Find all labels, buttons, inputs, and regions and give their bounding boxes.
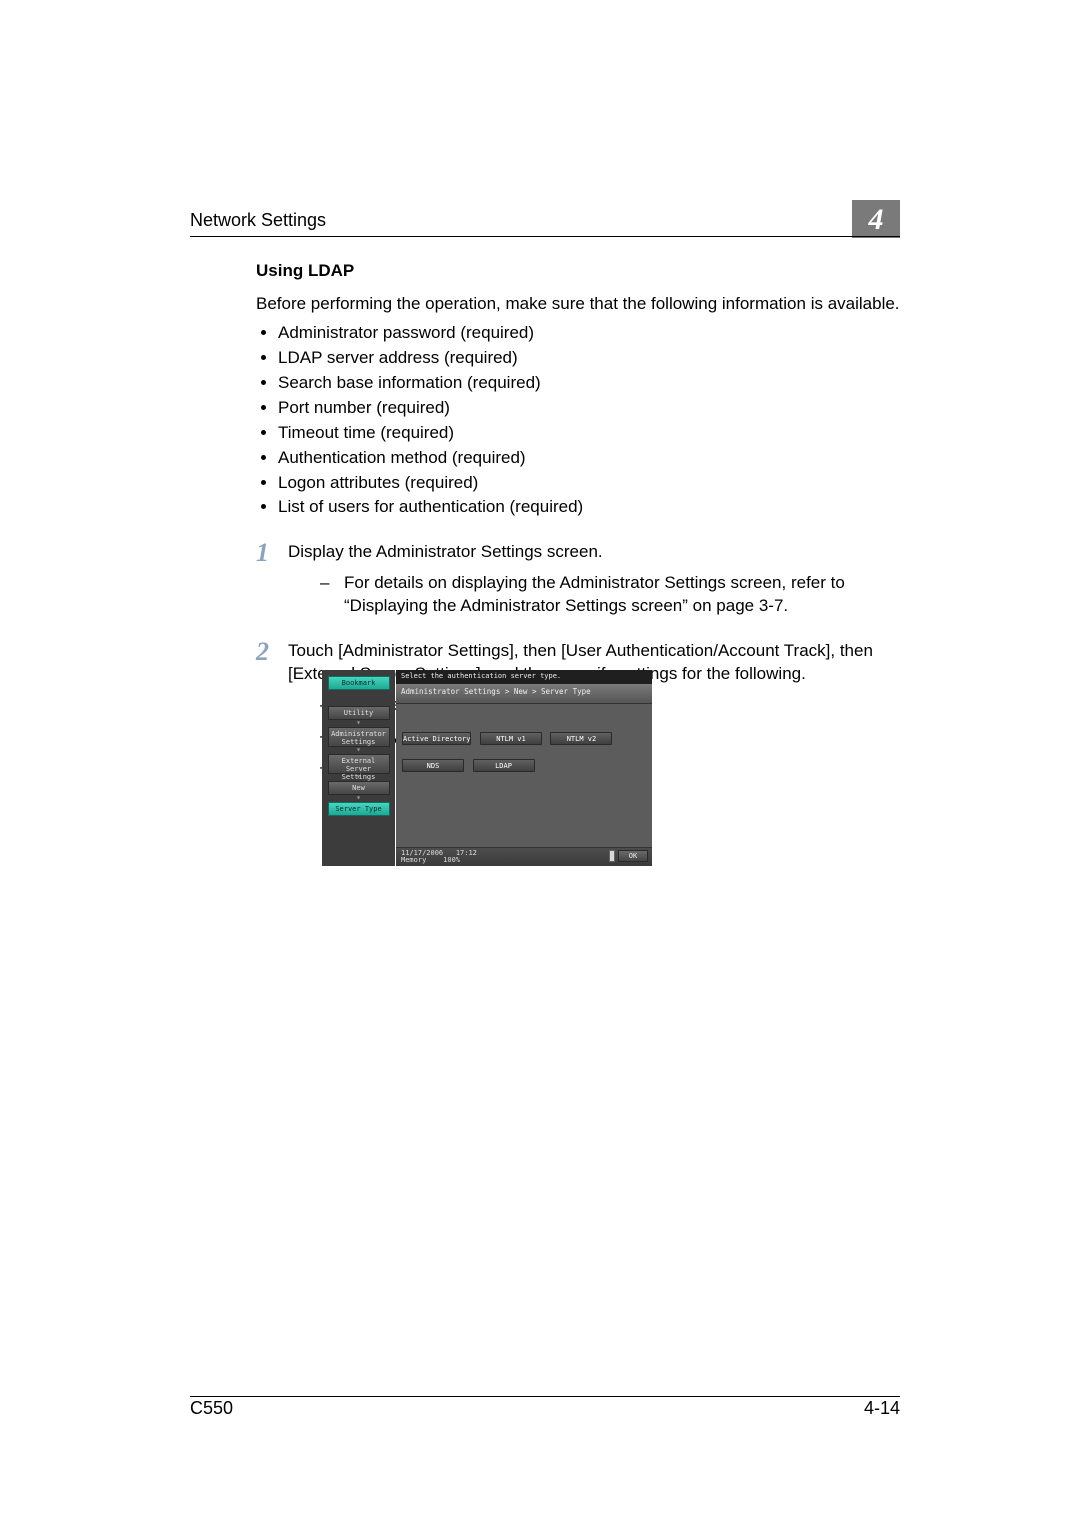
chevron-down-icon: ▾: [322, 720, 395, 727]
server-type-ntlm-v1[interactable]: NTLM v1: [480, 732, 542, 745]
server-type-ntlm-v2[interactable]: NTLM v2: [550, 732, 612, 745]
device-main-panel: Select the authentication server type. A…: [396, 670, 652, 866]
device-screenshot: Bookmark Utility ▾ Administrator Setting…: [322, 670, 652, 866]
sidebar-item-external-server[interactable]: External Server Settings: [328, 754, 390, 774]
list-item: List of users for authentication (requir…: [278, 496, 900, 519]
chevron-down-icon: ▾: [322, 795, 395, 802]
server-type-nds[interactable]: NDS: [402, 759, 464, 772]
list-item: Timeout time (required): [278, 422, 900, 445]
server-type-ldap[interactable]: LDAP: [473, 759, 535, 772]
button-row: Active Directory NTLM v1 NTLM v2: [402, 730, 646, 747]
button-row: NDS LDAP: [402, 757, 646, 774]
list-item: Logon attributes (required): [278, 472, 900, 495]
footer-memory-value: 100%: [443, 856, 460, 864]
panel-title: Select the authentication server type.: [396, 670, 652, 684]
device-sidebar: Bookmark Utility ▾ Administrator Setting…: [322, 670, 395, 866]
list-item: Administrator password (required): [278, 322, 900, 345]
sidebar-item-server-type[interactable]: Server Type: [328, 802, 390, 816]
footer-memory-label: Memory: [401, 856, 426, 864]
header-section: Network Settings: [190, 210, 326, 231]
chapter-number-badge: 4: [852, 200, 900, 238]
footer-page-number: 4-14: [864, 1398, 900, 1419]
sidebar-item-admin-settings[interactable]: Administrator Settings: [328, 727, 390, 747]
bookmark-button[interactable]: Bookmark: [328, 676, 390, 690]
header-rule: [190, 236, 900, 237]
chevron-down-icon: ▾: [322, 747, 395, 754]
footer-model: C550: [190, 1398, 233, 1419]
server-type-active-directory[interactable]: Active Directory: [402, 732, 471, 745]
intro-text: Before performing the operation, make su…: [256, 293, 900, 316]
step-number: 2: [256, 634, 269, 669]
device-footer: 11/17/2006 17:12 Memory 100% OK: [396, 847, 652, 866]
step-text: Display the Administrator Settings scree…: [288, 542, 603, 561]
ok-tab-icon: [609, 850, 615, 862]
list-item: Authentication method (required): [278, 447, 900, 470]
ok-button[interactable]: OK: [618, 850, 648, 862]
step-1: 1 Display the Administrator Settings scr…: [256, 541, 900, 618]
list-item: Search base information (required): [278, 372, 900, 395]
list-item: Port number (required): [278, 397, 900, 420]
requirements-list: Administrator password (required) LDAP s…: [256, 322, 900, 520]
step-number: 1: [256, 535, 269, 570]
sub-step: For details on displaying the Administra…: [288, 572, 900, 618]
footer-rule: [190, 1396, 900, 1397]
chevron-down-icon: ▾: [322, 774, 395, 781]
list-item: LDAP server address (required): [278, 347, 900, 370]
section-heading: Using LDAP: [256, 260, 900, 283]
